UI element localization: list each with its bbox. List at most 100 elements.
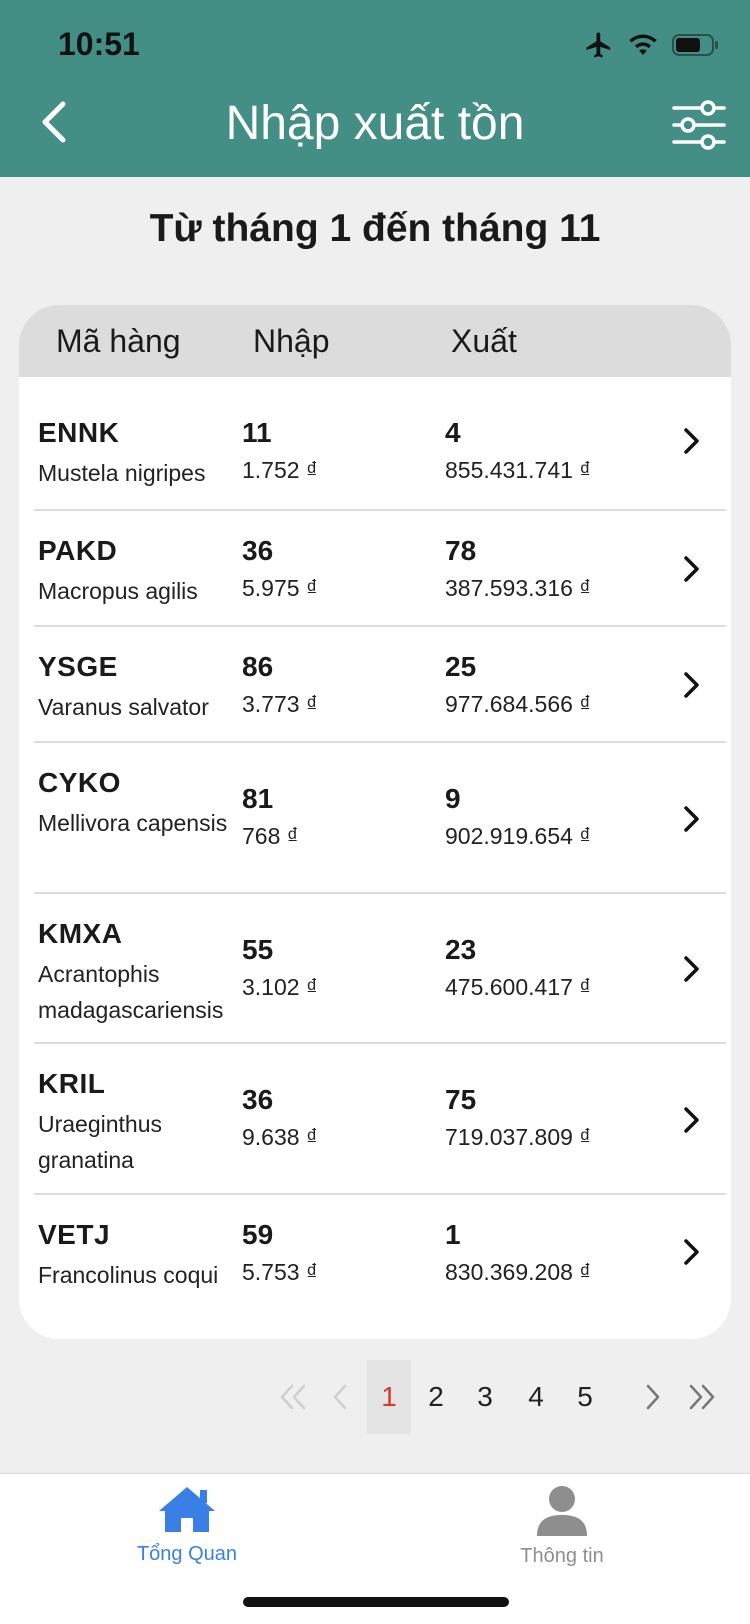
battery-icon <box>672 34 718 56</box>
table-row[interactable]: ENNK Mustela nigripes 11 1.752 ₫ 4 855.431.74… <box>34 377 726 511</box>
export-value: 977.684.566 ₫ <box>445 691 592 717</box>
page-button-1[interactable]: 1 <box>367 1360 411 1434</box>
chevron-right-icon <box>684 806 699 832</box>
table-row[interactable]: KRIL Uraeginthus granatina 36 9.638 ₫ 75 719.… <box>34 1044 726 1195</box>
tab-info[interactable]: Thông tin <box>472 1484 652 1568</box>
export-value: 830.369.208 ₫ <box>445 1259 592 1285</box>
table-row[interactable]: KMXA Acrantophis madagascariensis 55 3.102 … <box>34 894 726 1044</box>
import-value: 3.102 ₫ <box>242 974 318 1000</box>
import-cell: 59 5.753 ₫ <box>242 1219 318 1286</box>
item-code: KRIL <box>38 1068 106 1099</box>
import-cell: 36 9.638 ₫ <box>242 1084 318 1151</box>
chevron-right-icon <box>684 956 699 982</box>
item-code: YSGE <box>38 651 118 682</box>
app-header: 10:51 Nhập xuất tồn <box>0 0 750 177</box>
export-quantity: 23 <box>445 934 477 965</box>
import-quantity: 36 <box>242 1084 274 1115</box>
item-code-cell: KMXA Acrantophis madagascariensis <box>38 918 243 1028</box>
chevron-right-icon <box>684 428 699 454</box>
status-icons <box>584 30 720 60</box>
import-value: 5.753 ₫ <box>242 1259 318 1285</box>
prev-page-button[interactable] <box>318 1360 362 1434</box>
export-quantity: 75 <box>445 1084 477 1115</box>
item-name: Varanus salvator <box>38 694 209 720</box>
column-header-code: Mã hàng <box>56 323 181 359</box>
wifi-icon <box>629 34 657 55</box>
export-quantity: 9 <box>445 783 461 814</box>
import-quantity: 36 <box>242 535 274 566</box>
date-range-title: Từ tháng 1 đến tháng 11 <box>149 207 601 250</box>
import-value: 5.975 ₫ <box>242 575 318 601</box>
item-code-cell: CYKO Mellivora capensis <box>38 767 243 841</box>
export-cell: 25 977.684.566 ₫ <box>445 651 591 718</box>
row-detail-button[interactable] <box>680 426 704 456</box>
item-code: CYKO <box>38 767 121 798</box>
item-name: Uraeginthus granatina <box>38 1111 163 1173</box>
user-icon <box>537 1486 587 1536</box>
chevron-right-icon <box>684 556 699 582</box>
page-title: Nhập xuất tồn <box>225 97 525 150</box>
import-cell: 11 1.752 ₫ <box>242 417 318 484</box>
filter-button[interactable] <box>670 96 728 154</box>
page-button-4[interactable]: 4 <box>514 1360 558 1434</box>
import-value: 1.752 ₫ <box>242 457 318 483</box>
import-cell: 81 768 ₫ <box>242 783 299 850</box>
export-cell: 78 387.593.316 ₫ <box>445 535 591 602</box>
item-name: Acrantophis madagascariensis <box>38 961 224 1023</box>
export-value: 387.593.316 ₫ <box>445 575 592 601</box>
import-quantity: 59 <box>242 1219 274 1250</box>
table-row[interactable]: PAKD Macropus agilis 36 5.975 ₫ 78 387.593.31… <box>34 511 726 627</box>
inventory-table: Mã hàng Nhập Xuất ENNK Mustela nigripes 11… <box>19 305 731 1339</box>
page-button-2[interactable]: 2 <box>414 1360 458 1434</box>
import-cell: 86 3.773 ₫ <box>242 651 318 718</box>
home-icon <box>159 1487 215 1532</box>
pagination: 1 2 3 4 5 <box>0 1360 750 1434</box>
last-page-button[interactable] <box>680 1360 724 1434</box>
import-value: 768 ₫ <box>242 823 299 849</box>
item-name: Mellivora capensis <box>38 810 228 836</box>
tab-overview[interactable]: Tổng Quan <box>97 1484 277 1566</box>
home-indicator <box>243 1597 509 1607</box>
row-detail-button[interactable] <box>680 554 704 584</box>
item-code-cell: VETJ Francolinus coqui <box>38 1219 243 1293</box>
chevron-right-icon <box>684 1107 699 1133</box>
item-name: Macropus agilis <box>38 578 198 604</box>
row-detail-button[interactable] <box>680 804 704 834</box>
airplane-icon <box>586 32 611 58</box>
import-cell: 55 3.102 ₫ <box>242 934 318 1001</box>
first-page-button[interactable] <box>271 1360 315 1434</box>
item-code-cell: PAKD Macropus agilis <box>38 535 243 609</box>
row-detail-button[interactable] <box>680 1237 704 1267</box>
export-cell: 9 902.919.654 ₫ <box>445 783 591 850</box>
item-name: Francolinus coqui <box>38 1262 219 1288</box>
import-value: 9.638 ₫ <box>242 1124 318 1150</box>
export-quantity: 4 <box>445 417 461 448</box>
export-quantity: 25 <box>445 651 477 682</box>
export-value: 902.919.654 ₫ <box>445 823 592 849</box>
row-detail-button[interactable] <box>680 954 704 984</box>
export-cell: 4 855.431.741 ₫ <box>445 417 591 484</box>
import-cell: 36 5.975 ₫ <box>242 535 318 602</box>
next-page-button[interactable] <box>631 1360 675 1434</box>
chevron-right-icon <box>684 1239 699 1265</box>
page-button-3[interactable]: 3 <box>463 1360 507 1434</box>
tab-overview-label: Tổng Quan <box>136 1543 238 1565</box>
row-detail-button[interactable] <box>680 670 704 700</box>
table-row[interactable]: YSGE Varanus salvator 86 3.773 ₫ 25 977.684.5… <box>34 627 726 743</box>
table-row[interactable]: CYKO Mellivora capensis 81 768 ₫ 9 902.919.65… <box>34 743 726 894</box>
import-quantity: 11 <box>242 417 272 448</box>
table-body: ENNK Mustela nigripes 11 1.752 ₫ 4 855.431.74… <box>19 377 731 1309</box>
export-value: 855.431.741 ₫ <box>445 457 592 483</box>
row-detail-button[interactable] <box>680 1105 704 1135</box>
item-code: PAKD <box>38 535 118 566</box>
table-row[interactable]: VETJ Francolinus coqui 59 5.753 ₫ 1 830.369.2… <box>34 1195 726 1309</box>
chevron-right-icon <box>684 672 699 698</box>
import-value: 3.773 ₫ <box>242 691 318 717</box>
item-code-cell: KRIL Uraeginthus granatina <box>38 1068 243 1178</box>
item-name: Mustela nigripes <box>38 460 206 486</box>
page-button-5[interactable]: 5 <box>563 1360 607 1434</box>
table-header: Mã hàng Nhập Xuất <box>19 305 731 377</box>
import-quantity: 55 <box>242 934 274 965</box>
import-quantity: 86 <box>242 651 274 682</box>
export-cell: 23 475.600.417 ₫ <box>445 934 591 1001</box>
